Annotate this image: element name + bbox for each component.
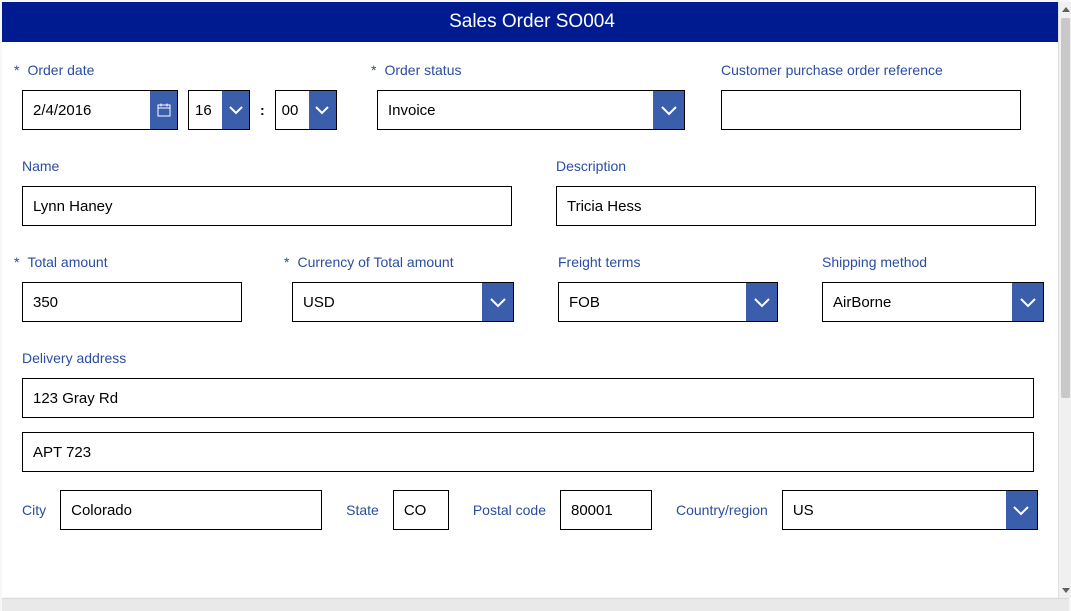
chevron-down-icon xyxy=(228,105,244,115)
chevron-down-icon xyxy=(753,297,771,308)
chevron-down-icon xyxy=(489,297,507,308)
calendar-icon xyxy=(157,103,171,117)
order-status-label: Order status xyxy=(371,62,721,78)
order-date-input[interactable]: 2/4/2016 xyxy=(22,90,150,130)
total-amount-input[interactable]: 350 xyxy=(22,282,242,322)
form-body: Order date 2/4/2016 16 : xyxy=(2,42,1062,597)
city-input[interactable]: Colorado xyxy=(60,490,322,530)
minute-input[interactable]: 00 xyxy=(275,90,309,130)
chevron-down-icon xyxy=(660,105,678,116)
calendar-button[interactable] xyxy=(150,90,178,130)
total-amount-label: Total amount xyxy=(14,254,242,270)
scroll-down-button[interactable] xyxy=(1059,583,1071,598)
scroll-thumb[interactable] xyxy=(1061,18,1070,398)
shipping-method-dropdown-button[interactable] xyxy=(1012,282,1044,322)
order-status-select[interactable]: Invoice xyxy=(377,90,653,130)
customer-po-input[interactable] xyxy=(721,90,1021,130)
scroll-up-button[interactable] xyxy=(1059,2,1071,17)
currency-select[interactable]: USD xyxy=(292,282,482,322)
window-title: Sales Order SO004 xyxy=(2,2,1062,42)
delivery-address-label: Delivery address xyxy=(22,350,1040,366)
address-line2-input[interactable]: APT 723 xyxy=(22,432,1034,472)
postal-code-label: Postal code xyxy=(473,502,546,518)
state-label: State xyxy=(346,502,379,518)
description-label: Description xyxy=(556,158,1040,174)
address-line1-input[interactable]: 123 Gray Rd xyxy=(22,378,1034,418)
hour-dropdown-button[interactable] xyxy=(222,90,250,130)
time-separator: : xyxy=(260,102,265,118)
name-label: Name xyxy=(22,158,512,174)
state-input[interactable]: CO xyxy=(393,490,449,530)
currency-dropdown-button[interactable] xyxy=(482,282,514,322)
chevron-down-icon xyxy=(1062,588,1070,593)
vertical-scrollbar[interactable] xyxy=(1058,2,1071,598)
order-status-dropdown-button[interactable] xyxy=(653,90,685,130)
city-label: City xyxy=(22,502,46,518)
description-input[interactable]: Tricia Hess xyxy=(556,186,1036,226)
country-label: Country/region xyxy=(676,502,768,518)
freight-terms-label: Freight terms xyxy=(558,254,778,270)
minute-dropdown-button[interactable] xyxy=(309,90,337,130)
chevron-down-icon xyxy=(314,105,330,115)
chevron-down-icon xyxy=(1019,297,1037,308)
country-select[interactable]: US xyxy=(782,490,1006,530)
postal-code-input[interactable]: 80001 xyxy=(560,490,652,530)
shipping-method-select[interactable]: AirBorne xyxy=(822,282,1012,322)
currency-label: Currency of Total amount xyxy=(284,254,514,270)
window-bottom-border xyxy=(2,598,1069,611)
freight-terms-dropdown-button[interactable] xyxy=(746,282,778,322)
order-date-label: Order date xyxy=(14,62,371,78)
chevron-down-icon xyxy=(1012,505,1030,516)
country-dropdown-button[interactable] xyxy=(1006,490,1038,530)
chevron-up-icon xyxy=(1062,7,1070,12)
customer-po-label: Customer purchase order reference xyxy=(721,62,1040,78)
shipping-method-label: Shipping method xyxy=(822,254,1044,270)
hour-input[interactable]: 16 xyxy=(188,90,222,130)
name-input[interactable]: Lynn Haney xyxy=(22,186,512,226)
freight-terms-select[interactable]: FOB xyxy=(558,282,746,322)
